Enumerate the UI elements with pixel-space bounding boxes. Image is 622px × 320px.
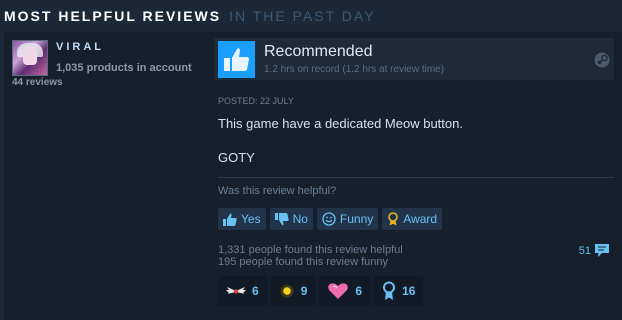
comment-bubble-icon — [595, 244, 609, 257]
thumbs-up-icon — [218, 41, 255, 78]
award-badge[interactable]: 6 — [218, 276, 267, 306]
hours-on-record: 1.2 hrs on record (1.2 hrs at review tim… — [264, 64, 445, 75]
review-text-line: This game have a dedicated Meow button. — [218, 116, 463, 131]
section-subtitle: IN THE PAST DAY — [229, 8, 376, 24]
award-button[interactable]: Award — [382, 208, 443, 230]
award-count: 6 — [355, 284, 363, 298]
thumbs-down-icon — [274, 212, 289, 225]
author-name[interactable]: VIRAL — [56, 41, 104, 53]
smiley-icon — [322, 212, 336, 226]
award-ribbon-icon — [388, 212, 399, 226]
posted-date: POSTED: 22 JULY — [218, 96, 294, 106]
review-content: Recommended 1.2 hrs on record (1.2 hrs a… — [214, 38, 618, 318]
funny-label: Funny — [339, 212, 374, 226]
vote-header[interactable]: Recommended 1.2 hrs on record (1.2 hrs a… — [214, 38, 614, 80]
award-badge[interactable]: 16 — [374, 276, 424, 306]
sun-award-icon — [280, 284, 294, 298]
review-author: VIRAL 1,035 products in account 44 revie… — [4, 32, 204, 320]
products-owned: 1,035 products in account — [56, 62, 192, 74]
no-label: No — [292, 212, 308, 226]
review-card: VIRAL 1,035 products in account 44 revie… — [4, 32, 622, 320]
winged-award-icon — [226, 287, 246, 294]
review-stats: 1,331 people found this review helpful 1… — [218, 244, 403, 268]
comment-count-link[interactable]: 51 — [579, 243, 610, 258]
award-badge[interactable]: 9 — [270, 276, 316, 306]
awards-row: 6 9 6 16 — [218, 276, 424, 306]
review-text-line: GOTY — [218, 150, 255, 165]
divider — [218, 177, 614, 178]
steam-icon — [594, 52, 610, 73]
helpful-question: Was this review helpful? — [218, 185, 337, 197]
comment-count: 51 — [578, 244, 591, 257]
award-count: 16 — [402, 284, 416, 298]
avatar[interactable] — [12, 40, 48, 76]
funny-count: 195 people found this review funny — [218, 256, 389, 268]
vote-title: Recommended — [264, 43, 373, 60]
yes-label: Yes — [241, 212, 261, 226]
reviews-count[interactable]: 44 reviews — [12, 77, 63, 88]
section-header: MOST HELPFUL REVIEWS IN THE PAST DAY — [4, 8, 376, 28]
yes-button[interactable]: Yes — [218, 208, 266, 230]
avatar-face — [23, 47, 37, 65]
no-button[interactable]: No — [269, 208, 313, 230]
award-badge[interactable]: 6 — [319, 276, 371, 306]
award-label: Award — [403, 212, 438, 226]
helpful-count: 1,331 people found this review helpful — [218, 244, 403, 256]
funny-button[interactable]: Funny — [316, 208, 379, 230]
award-count: 6 — [252, 284, 259, 298]
vote-buttons: Yes No Funny Award — [218, 208, 443, 230]
heart-award-icon — [328, 283, 349, 299]
award-count: 9 — [300, 284, 308, 298]
ribbon-award-icon — [383, 281, 396, 300]
section-title: MOST HELPFUL REVIEWS — [4, 8, 222, 24]
thumbs-up-icon — [223, 213, 237, 226]
